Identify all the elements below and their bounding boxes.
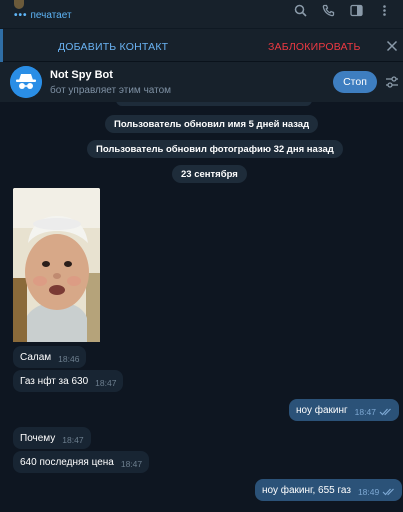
sidebar-icon[interactable] <box>349 3 363 17</box>
date-separator: 23 сентября <box>172 165 247 183</box>
service-message: Пользователь обновил имя 5 дней назад <box>105 115 319 133</box>
message-bubble-in[interactable]: Газ нфт за 630 18:47 <box>13 370 124 392</box>
more-icon[interactable] <box>377 3 391 17</box>
header-actions <box>293 3 391 17</box>
accent-line <box>0 29 3 63</box>
bot-name: Not Spy Bot <box>50 69 113 81</box>
typing-dots-icon: ••• <box>14 10 28 21</box>
message-text: ноу факинг <box>296 404 348 416</box>
message-time: 18:49 <box>357 487 380 497</box>
phone-icon[interactable] <box>321 3 335 17</box>
close-icon[interactable] <box>386 39 398 57</box>
typing-status: печатает <box>30 10 72 21</box>
message-time: 18:46 <box>58 354 80 364</box>
typing-indicator: ••• печатает <box>14 10 72 21</box>
message-text: Газ нфт за 630 <box>20 375 89 387</box>
service-message: Пользователь обновил фотографию 32 дня н… <box>87 140 343 158</box>
message-text: ноу факинг, 655 газ <box>262 484 351 496</box>
bot-avatar <box>10 66 42 98</box>
bot-subtitle: бот управляет этим чатом <box>50 85 172 96</box>
message-list[interactable]: Пользователь обновил имя 5 дней назад По… <box>0 102 403 512</box>
message-text: Салам <box>20 351 52 363</box>
bot-control-bar: Not Spy Bot бот управляет этим чатом Сто… <box>0 62 403 102</box>
message-time: 18:47 <box>354 407 376 417</box>
message-bubble-in[interactable]: Почему 18:47 <box>13 427 91 449</box>
message-bubble-out[interactable]: ноу факинг, 655 газ 18:49 <box>255 479 403 501</box>
contact-action-bar: ДОБАВИТЬ КОНТАКТ ЗАБЛОКИРОВАТЬ <box>0 28 403 63</box>
double-check-icon <box>379 408 392 416</box>
message-text: Почему <box>20 432 56 444</box>
photo-message[interactable] <box>13 188 100 342</box>
avatar[interactable] <box>14 0 24 9</box>
search-icon[interactable] <box>293 3 307 17</box>
message-bubble-in[interactable]: Салам 18:46 <box>13 346 87 368</box>
message-time: 18:47 <box>120 459 143 469</box>
message-bubble-in[interactable]: 640 последняя цена 18:47 <box>13 451 150 473</box>
message-bubble-out[interactable]: ноу факинг 18:47 <box>289 399 399 421</box>
spy-icon <box>10 66 42 98</box>
message-time: 18:47 <box>95 378 117 388</box>
message-time: 18:47 <box>62 435 84 445</box>
block-button[interactable]: ЗАБЛОКИРОВАТЬ <box>268 41 361 53</box>
add-contact-button[interactable]: ДОБАВИТЬ КОНТАКТ <box>58 41 168 53</box>
double-check-icon <box>382 488 395 496</box>
settings-icon[interactable] <box>385 75 399 93</box>
service-message <box>116 102 312 106</box>
stop-button[interactable]: Стоп <box>333 71 377 93</box>
child-photo <box>13 188 100 342</box>
chat-header: ••• печатает <box>0 0 403 28</box>
message-text: 640 последняя цена <box>20 456 114 468</box>
